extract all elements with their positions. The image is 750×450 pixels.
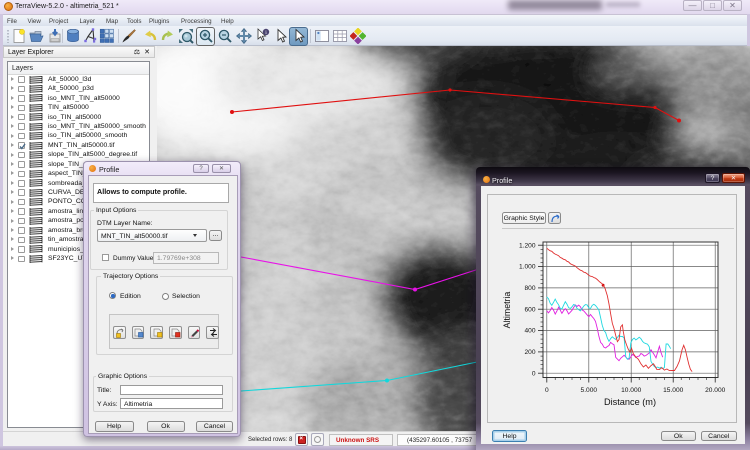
svg-text:800: 800 <box>524 285 535 292</box>
svg-text:0: 0 <box>532 370 536 377</box>
svg-text:1.000: 1.000 <box>519 264 536 271</box>
svg-text:Distance (m): Distance (m) <box>604 397 656 407</box>
svg-text:1.200: 1.200 <box>519 242 536 249</box>
svg-text:0: 0 <box>545 387 549 394</box>
svg-text:200: 200 <box>524 349 535 356</box>
svg-text:400: 400 <box>524 328 535 335</box>
svg-text:20.000: 20.000 <box>705 387 726 394</box>
svg-text:15.000: 15.000 <box>663 387 684 394</box>
svg-text:5.000: 5.000 <box>581 387 598 394</box>
svg-text:10.000: 10.000 <box>621 387 642 394</box>
svg-text:Altimetria: Altimetria <box>502 292 512 329</box>
svg-text:600: 600 <box>524 306 535 313</box>
